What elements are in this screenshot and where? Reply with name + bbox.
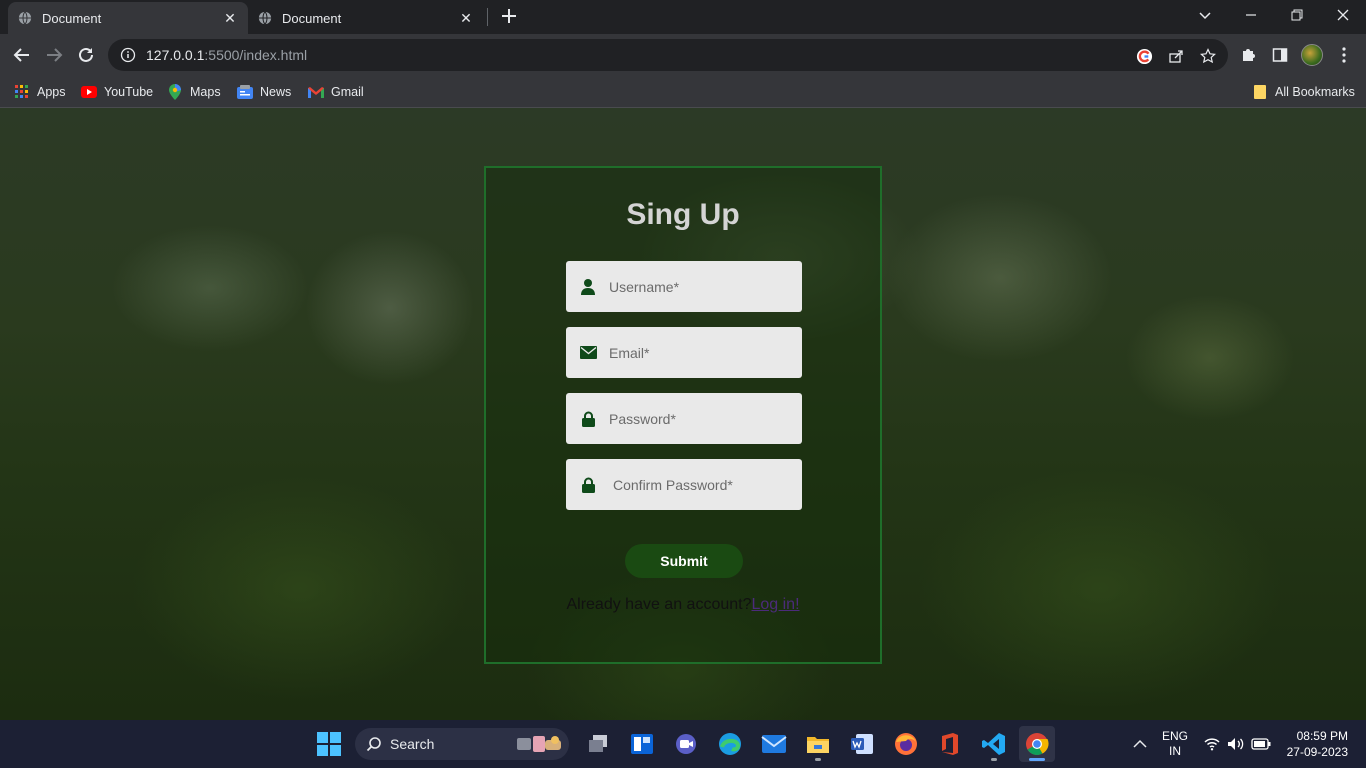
side-panel-icon[interactable] bbox=[1269, 44, 1291, 66]
all-bookmarks[interactable]: All Bookmarks bbox=[1252, 82, 1355, 102]
teams-meet-icon[interactable] bbox=[668, 726, 704, 762]
tab-title: Document bbox=[42, 10, 102, 26]
password-input[interactable] bbox=[609, 410, 789, 427]
office-icon[interactable] bbox=[932, 726, 968, 762]
chrome-menu-icon[interactable] bbox=[1333, 44, 1355, 66]
reload-icon[interactable] bbox=[75, 44, 97, 66]
bookmark-star-icon[interactable] bbox=[1199, 47, 1217, 65]
all-bookmarks-label: All Bookmarks bbox=[1275, 85, 1355, 99]
bookmark-label: YouTube bbox=[104, 85, 154, 99]
globe-icon bbox=[258, 11, 272, 25]
bookmarks-bar: Apps YouTube Maps News Gmail All Bookmar… bbox=[0, 76, 1366, 108]
tab-close-icon[interactable]: ✕ bbox=[458, 10, 474, 27]
browser-tab-strip: Document ✕ Document ✕ bbox=[0, 0, 1366, 34]
already-text: Already have an account? bbox=[566, 596, 752, 613]
login-prompt: Already have an account?Log in! bbox=[486, 596, 880, 614]
bookmark-label: Maps bbox=[190, 85, 221, 99]
taskbar-search[interactable]: Search bbox=[355, 728, 569, 760]
active-indicator bbox=[1029, 758, 1045, 761]
apps-grid-icon bbox=[14, 84, 30, 100]
clock-time: 08:59 PM bbox=[1296, 729, 1348, 743]
tab-document-1[interactable]: Document ✕ bbox=[8, 2, 248, 34]
profile-avatar[interactable] bbox=[1301, 44, 1323, 66]
youtube-icon bbox=[81, 84, 97, 100]
login-link[interactable]: Log in! bbox=[751, 596, 799, 613]
wifi-icon[interactable] bbox=[1202, 720, 1222, 768]
page-background: Sing Up Submit Alre bbox=[0, 108, 1366, 720]
lock-icon bbox=[579, 410, 597, 428]
gmail-icon bbox=[308, 84, 324, 100]
confirm-password-field[interactable] bbox=[566, 459, 802, 510]
news-icon bbox=[237, 84, 253, 100]
running-indicator bbox=[991, 758, 997, 761]
globe-icon bbox=[18, 11, 32, 25]
show-hidden-icons-chevron[interactable] bbox=[1128, 720, 1152, 768]
tab-document-2[interactable]: Document ✕ bbox=[248, 2, 484, 34]
google-lens-icon[interactable] bbox=[1135, 47, 1153, 65]
volume-icon[interactable] bbox=[1226, 720, 1246, 768]
email-input[interactable] bbox=[609, 344, 789, 361]
browser-toolbar: 127.0.0.1:5500/index.html bbox=[0, 34, 1366, 76]
restore-icon[interactable] bbox=[1274, 0, 1320, 30]
page-title: Sing Up bbox=[626, 198, 740, 231]
chrome-icon[interactable] bbox=[1019, 726, 1055, 762]
email-field[interactable] bbox=[566, 327, 802, 378]
password-field[interactable] bbox=[566, 393, 802, 444]
language-indicator[interactable]: ENG IN bbox=[1158, 720, 1192, 768]
file-explorer-icon[interactable] bbox=[800, 726, 836, 762]
widgets-icon[interactable] bbox=[624, 726, 660, 762]
windows-taskbar: Search ENG IN 08:59 PM 27-09-2023 bbox=[0, 720, 1366, 768]
tab-search-chevron-icon[interactable] bbox=[1182, 0, 1228, 30]
bookmark-label: News bbox=[260, 85, 292, 99]
clock[interactable]: 08:59 PM 27-09-2023 bbox=[1280, 720, 1348, 768]
envelope-icon bbox=[579, 344, 597, 362]
new-tab-plus-icon[interactable] bbox=[499, 6, 519, 26]
maps-icon bbox=[167, 84, 183, 100]
address-bar[interactable]: 127.0.0.1:5500/index.html bbox=[108, 39, 1228, 71]
lock-icon bbox=[579, 476, 597, 494]
running-indicator bbox=[815, 758, 821, 761]
firefox-icon[interactable] bbox=[888, 726, 924, 762]
tab-close-icon[interactable]: ✕ bbox=[222, 10, 238, 27]
share-icon[interactable] bbox=[1167, 47, 1185, 65]
bookmark-news[interactable]: News bbox=[237, 82, 291, 102]
start-windows-icon[interactable] bbox=[311, 726, 347, 762]
battery-icon[interactable] bbox=[1250, 720, 1272, 768]
username-input[interactable] bbox=[609, 278, 789, 295]
folder-icon bbox=[1252, 84, 1268, 100]
bookmark-label: Apps bbox=[37, 85, 66, 99]
bookmark-maps[interactable]: Maps bbox=[167, 82, 221, 102]
signup-card: Sing Up Submit Alre bbox=[484, 166, 882, 664]
lang-code: ENG bbox=[1161, 729, 1188, 743]
vscode-icon[interactable] bbox=[976, 726, 1012, 762]
bookmark-apps[interactable]: Apps bbox=[14, 82, 66, 102]
tab-separator bbox=[487, 8, 488, 26]
search-label: Search bbox=[390, 736, 435, 752]
bookmark-gmail[interactable]: Gmail bbox=[308, 82, 364, 102]
mail-icon[interactable] bbox=[756, 726, 792, 762]
edge-browser-icon[interactable] bbox=[712, 726, 748, 762]
username-field[interactable] bbox=[566, 261, 802, 312]
user-icon bbox=[579, 278, 597, 296]
confirm-password-input[interactable] bbox=[613, 476, 793, 493]
search-highlight-icon bbox=[517, 736, 561, 752]
close-window-icon[interactable] bbox=[1320, 0, 1366, 30]
forward-arrow-icon[interactable] bbox=[43, 44, 65, 66]
url-text: 127.0.0.1:5500/index.html bbox=[146, 47, 308, 63]
extensions-puzzle-icon[interactable] bbox=[1237, 44, 1259, 66]
task-view-icon[interactable] bbox=[580, 726, 616, 762]
search-icon bbox=[366, 737, 381, 752]
back-arrow-icon[interactable] bbox=[11, 44, 33, 66]
lang-region: IN bbox=[1169, 744, 1181, 758]
site-info-icon[interactable] bbox=[120, 47, 136, 63]
submit-button[interactable]: Submit bbox=[625, 544, 743, 578]
tab-title: Document bbox=[282, 10, 342, 26]
word-icon[interactable] bbox=[844, 726, 880, 762]
bookmark-label: Gmail bbox=[331, 85, 364, 99]
bookmark-youtube[interactable]: YouTube bbox=[81, 82, 153, 102]
minimize-icon[interactable] bbox=[1228, 0, 1274, 30]
clock-date: 27-09-2023 bbox=[1286, 745, 1348, 759]
